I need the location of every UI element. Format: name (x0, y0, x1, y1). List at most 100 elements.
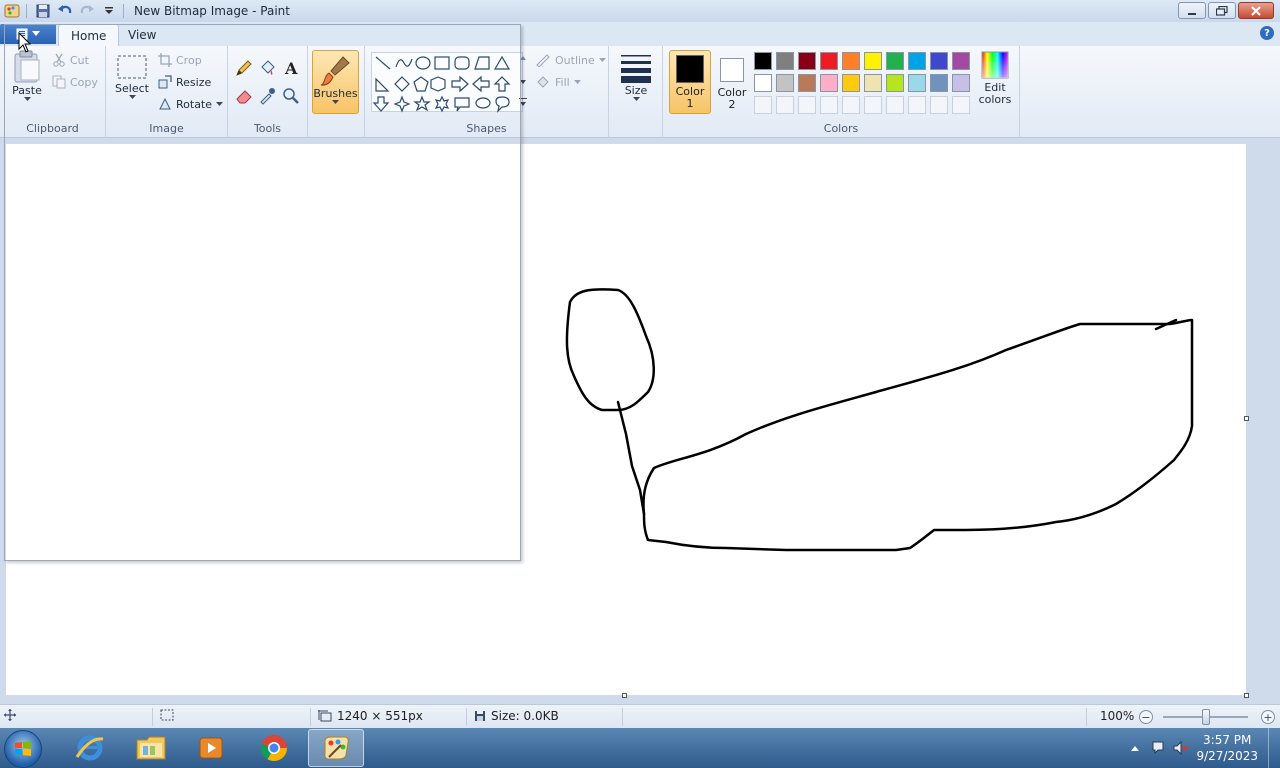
palette-swatch[interactable] (820, 52, 838, 70)
palette-swatch[interactable] (864, 52, 882, 70)
fill-label: Fill (555, 75, 570, 89)
palette-swatch[interactable] (842, 52, 860, 70)
custom-color-slot[interactable] (864, 96, 882, 114)
taskbar-paint[interactable] (308, 729, 364, 767)
status-separator (622, 708, 623, 726)
colors-group: Color 1 Color 2 Edit colors Colors (663, 46, 1020, 138)
resize-handle-corner[interactable] (1244, 693, 1249, 698)
palette-swatch[interactable] (886, 52, 904, 70)
zoom-slider-thumb[interactable] (1202, 709, 1210, 725)
color-spectrum-icon (981, 51, 1009, 79)
shapes-group: Outline Fill Shapes (364, 46, 609, 138)
palette-swatch[interactable] (754, 52, 772, 70)
close-button[interactable] (1238, 2, 1274, 19)
paste-button[interactable]: Paste (8, 50, 46, 102)
clock[interactable]: 3:57 PM 9/27/2023 (1196, 732, 1258, 764)
volume-muted-icon[interactable] (1172, 740, 1189, 756)
crop-button[interactable]: Crop (158, 53, 202, 67)
start-button[interactable] (4, 730, 42, 768)
folder-icon (136, 736, 166, 760)
palette-swatch[interactable] (952, 52, 970, 70)
shapes-gallery-icons[interactable] (372, 53, 524, 113)
pencil-icon[interactable] (234, 58, 254, 78)
color2-button[interactable]: Color 2 (713, 50, 751, 114)
rotate-label: Rotate (176, 97, 213, 111)
palette-swatch[interactable] (952, 74, 970, 92)
resize-handle-right[interactable] (1244, 416, 1249, 421)
show-desktop-button[interactable] (1268, 728, 1280, 768)
palette-swatch[interactable] (820, 74, 838, 92)
status-bar: 1240 × 551px Size: 0.0KB 100% − + (0, 704, 1280, 728)
save-icon[interactable] (33, 1, 53, 21)
size-button[interactable]: Size (617, 52, 655, 102)
text-icon[interactable]: A (281, 58, 301, 78)
outline-button[interactable]: Outline (535, 53, 606, 67)
workspace (0, 138, 1280, 704)
rotate-button[interactable]: Rotate (158, 97, 224, 111)
customize-quick-access-icon[interactable] (99, 1, 119, 21)
taskbar-file-explorer[interactable] (123, 729, 179, 767)
minimize-button[interactable] (1178, 2, 1206, 19)
palette-swatch[interactable] (930, 74, 948, 92)
brushes-button[interactable]: Brushes (312, 50, 359, 114)
color1-button[interactable]: Color 1 (669, 50, 711, 114)
palette-swatch[interactable] (886, 74, 904, 92)
palette-swatch[interactable] (798, 74, 816, 92)
zoom-in-button[interactable]: + (1261, 710, 1275, 724)
custom-color-slot[interactable] (908, 96, 926, 114)
palette-swatch[interactable] (798, 52, 816, 70)
custom-color-slot[interactable] (952, 96, 970, 114)
shapes-scroll[interactable] (517, 52, 529, 112)
palette-swatch[interactable] (776, 52, 794, 70)
custom-color-slot[interactable] (886, 96, 904, 114)
file-size-text: Size: 0.0KB (491, 709, 559, 723)
undo-icon[interactable] (55, 1, 75, 21)
restore-button[interactable] (1208, 2, 1236, 19)
palette-swatch[interactable] (776, 74, 794, 92)
redo-icon[interactable] (77, 1, 97, 21)
custom-color-slot[interactable] (754, 96, 772, 114)
resize-button[interactable]: Resize (158, 75, 211, 89)
custom-color-slot[interactable] (820, 96, 838, 114)
custom-color-slot[interactable] (776, 96, 794, 114)
select-button[interactable]: Select (112, 54, 152, 100)
resize-handle-bottom[interactable] (622, 693, 627, 698)
custom-color-slot[interactable] (930, 96, 948, 114)
paste-icon (14, 50, 40, 83)
zoom-out-button[interactable]: − (1139, 710, 1153, 724)
custom-color-slot[interactable] (842, 96, 860, 114)
fill-style-button[interactable]: Fill (535, 75, 581, 89)
drawing-canvas[interactable] (6, 144, 1249, 698)
action-center-icon[interactable] (1150, 740, 1166, 756)
shapes-group-label: Shapes (466, 122, 507, 135)
palette-swatch[interactable] (930, 52, 948, 70)
chevron-down-icon (216, 101, 224, 106)
taskbar-internet-explorer[interactable] (62, 729, 118, 767)
palette-swatch[interactable] (908, 74, 926, 92)
taskbar-media-player[interactable] (183, 729, 239, 767)
palette-swatch[interactable] (842, 74, 860, 92)
palette-swatch[interactable] (754, 74, 772, 92)
selection-icon (160, 709, 174, 721)
fill-icon[interactable] (257, 58, 277, 78)
taskbar-chrome[interactable] (246, 729, 302, 767)
paint-app-icon[interactable] (2, 1, 22, 21)
edit-colors-button[interactable]: Edit colors (975, 50, 1015, 106)
tab-home[interactable]: Home (58, 24, 120, 46)
outline-icon (536, 54, 550, 67)
copy-button[interactable]: Copy (52, 75, 98, 89)
eraser-icon[interactable] (234, 86, 254, 106)
color-picker-icon[interactable] (257, 86, 277, 106)
minimize-icon (1188, 12, 1196, 15)
palette-swatch[interactable] (908, 52, 926, 70)
cut-button[interactable]: Cut (52, 53, 89, 67)
system-tray: 3:57 PM 9/27/2023 (1130, 728, 1280, 768)
help-icon[interactable]: ? (1260, 26, 1274, 40)
magnifier-icon[interactable] (281, 86, 301, 106)
tab-view[interactable]: View (116, 24, 168, 46)
show-hidden-icons-icon[interactable] (1130, 744, 1140, 752)
custom-color-slot[interactable] (798, 96, 816, 114)
svg-text:A: A (284, 59, 298, 77)
palette-swatch[interactable] (864, 74, 882, 92)
chevron-down-icon (32, 31, 40, 36)
